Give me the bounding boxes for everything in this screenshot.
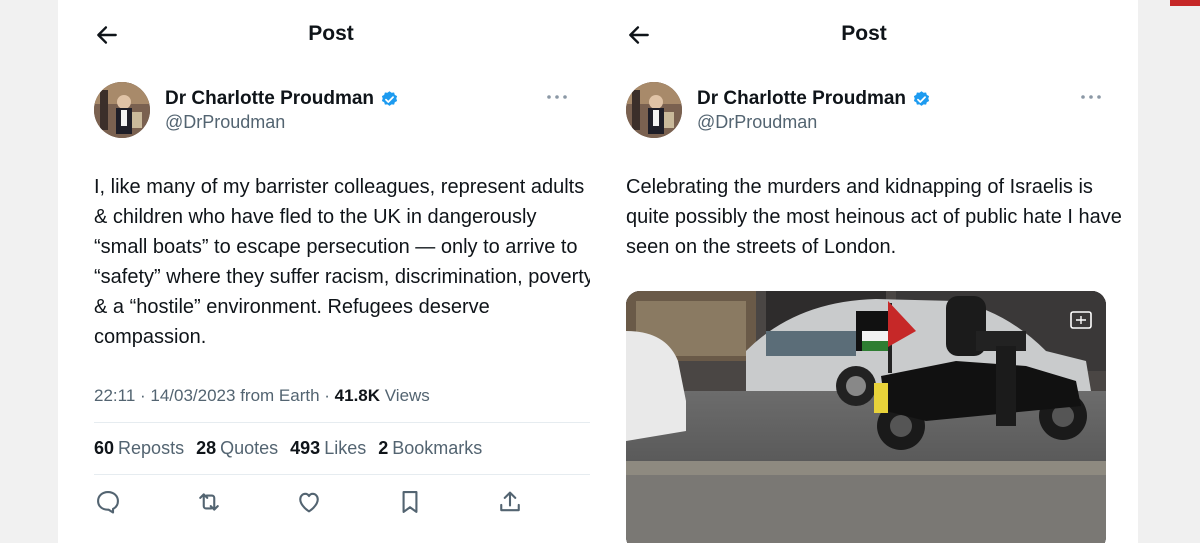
likes-stat[interactable]: 493 Likes bbox=[290, 438, 366, 459]
views-count: 41.8K bbox=[334, 386, 381, 405]
avatar[interactable] bbox=[94, 82, 150, 138]
tweet-text: I, like many of my barrister colleagues,… bbox=[94, 176, 594, 348]
reposts-stat[interactable]: 60 Reposts bbox=[94, 438, 184, 459]
reply-icon[interactable] bbox=[94, 488, 122, 516]
share-icon[interactable] bbox=[496, 488, 524, 516]
video-settings-icon[interactable] bbox=[1070, 311, 1092, 329]
tweet-text: Celebrating the murders and kidnapping o… bbox=[626, 176, 1122, 258]
author-name-row: Dr Charlotte Proudman bbox=[697, 88, 931, 110]
more-options-icon[interactable] bbox=[546, 92, 568, 102]
bookmarks-stat[interactable]: 2 Bookmarks bbox=[378, 438, 482, 459]
author-handle[interactable]: @DrProudman bbox=[697, 112, 817, 133]
video-still-image bbox=[626, 291, 1106, 543]
author-handle[interactable]: @DrProudman bbox=[165, 112, 285, 133]
author-name[interactable]: Dr Charlotte Proudman bbox=[697, 88, 906, 110]
tweet-video[interactable] bbox=[626, 291, 1106, 543]
verified-badge-icon bbox=[913, 90, 930, 106]
action-bar bbox=[94, 488, 524, 516]
author-name[interactable]: Dr Charlotte Proudman bbox=[165, 88, 374, 110]
right-margin bbox=[1138, 0, 1200, 543]
quotes-stat[interactable]: 28 Quotes bbox=[196, 438, 278, 459]
post-header: Post bbox=[58, 0, 604, 72]
left-margin bbox=[0, 0, 58, 543]
divider bbox=[94, 422, 590, 423]
page-title: Post bbox=[841, 22, 887, 45]
author-row: Dr Charlotte Proudman @DrProudman bbox=[94, 82, 568, 142]
more-options-icon[interactable] bbox=[1080, 92, 1102, 102]
timestamp[interactable]: 22:11 · 14/03/2023 from Earth · bbox=[94, 386, 335, 405]
author-row: Dr Charlotte Proudman @DrProudman bbox=[626, 82, 1102, 142]
divider bbox=[94, 474, 590, 475]
author-name-row: Dr Charlotte Proudman bbox=[165, 88, 399, 110]
verified-badge-icon bbox=[381, 90, 398, 106]
avatar[interactable] bbox=[626, 82, 682, 138]
like-icon[interactable] bbox=[295, 488, 323, 516]
page-title: Post bbox=[308, 22, 354, 45]
repost-icon[interactable] bbox=[195, 488, 223, 516]
post-header: Post bbox=[590, 0, 1138, 72]
engagement-stats: 60 Reposts 28 Quotes 493 Likes 2 Bookmarks bbox=[94, 438, 482, 459]
post-panel-left: Post Dr Charlotte Proudman @DrProudman I… bbox=[58, 0, 604, 543]
bookmark-icon[interactable] bbox=[396, 488, 424, 516]
views-label: Views bbox=[380, 386, 430, 405]
post-panel-right: Post Dr Charlotte Proudman @DrProudman C… bbox=[590, 0, 1138, 543]
tweet-metadata: 22:11 · 14/03/2023 from Earth · 41.8K Vi… bbox=[94, 386, 430, 406]
